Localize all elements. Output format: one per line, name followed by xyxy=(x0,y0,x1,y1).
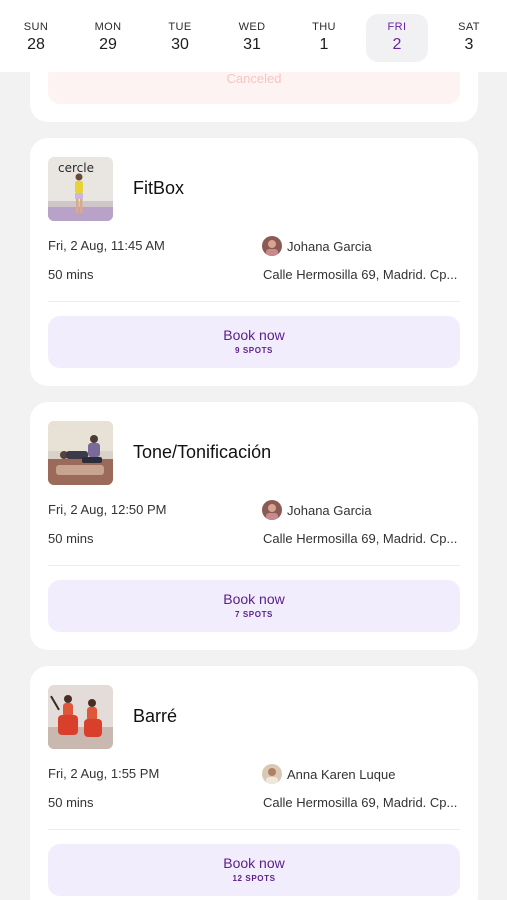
day-number: 28 xyxy=(27,36,45,53)
day-number: 29 xyxy=(99,36,117,53)
instructor-name: Johana Garcia xyxy=(287,502,372,518)
class-title: FitBox xyxy=(133,178,185,198)
day-tue[interactable]: TUE 30 xyxy=(149,14,211,62)
day-wed[interactable]: WED 31 xyxy=(221,14,283,62)
class-card-fitbox[interactable]: cercle FitBox Fri, 2 Aug, 11:45 AM Johan… xyxy=(30,138,478,386)
instructor-avatar xyxy=(262,236,282,256)
class-datetime: Fri, 2 Aug, 12:50 PM xyxy=(48,502,167,517)
class-duration: 50 mins xyxy=(48,267,94,282)
class-duration: 50 mins xyxy=(48,531,94,546)
instructor-avatar xyxy=(262,500,282,520)
day-thu[interactable]: THU 1 xyxy=(293,14,355,62)
book-now-button[interactable]: Book now 9 SPOTS xyxy=(48,316,460,368)
day-mon[interactable]: MON 29 xyxy=(77,14,139,62)
class-card-tone[interactable]: Tone/Tonificación Fri, 2 Aug, 12:50 PM J… xyxy=(30,402,478,650)
day-number: 3 xyxy=(464,36,474,53)
instructor[interactable]: Anna Karen Luque xyxy=(262,764,395,784)
divider xyxy=(48,565,460,566)
instructor-avatar xyxy=(262,764,282,784)
class-location: Calle Hermosilla 69, Madrid. Cp... xyxy=(263,795,458,810)
day-number: 2 xyxy=(392,36,402,53)
spots-count: 9 SPOTS xyxy=(235,346,273,355)
class-location: Calle Hermosilla 69, Madrid. Cp... xyxy=(263,267,458,282)
book-now-label: Book now xyxy=(223,327,285,343)
class-title: Barré xyxy=(133,706,178,726)
day-label: TUE xyxy=(168,21,192,33)
class-datetime: Fri, 2 Aug, 11:45 AM xyxy=(48,238,165,253)
studio-logo-text: cercle xyxy=(58,161,94,175)
divider xyxy=(48,301,460,302)
day-number: 1 xyxy=(319,36,329,53)
instructor-name: Johana Garcia xyxy=(287,238,372,254)
class-thumbnail: cercle xyxy=(48,157,113,221)
spots-count: 12 SPOTS xyxy=(232,874,276,883)
spots-count: 7 SPOTS xyxy=(235,610,273,619)
divider xyxy=(48,829,460,830)
week-date-strip: SUN 28 MON 29 TUE 30 WED 31 THU 1 FRI 2 … xyxy=(0,0,507,72)
day-label: WED xyxy=(238,21,266,33)
day-label: FRI xyxy=(387,21,407,33)
day-label: SAT xyxy=(458,21,480,33)
book-now-label: Book now xyxy=(223,855,285,871)
day-fri-selected[interactable]: FRI 2 xyxy=(366,14,428,62)
instructor[interactable]: Johana Garcia xyxy=(262,500,372,520)
class-thumbnail xyxy=(48,685,113,749)
class-thumbnail xyxy=(48,421,113,485)
day-label: SUN xyxy=(23,21,49,33)
book-now-button[interactable]: Book now 7 SPOTS xyxy=(48,580,460,632)
day-number: 31 xyxy=(243,36,261,53)
day-label: THU xyxy=(312,21,336,33)
class-datetime: Fri, 2 Aug, 1:55 PM xyxy=(48,766,160,781)
day-sun[interactable]: SUN 28 xyxy=(5,14,67,62)
class-title: Tone/Tonificación xyxy=(133,442,272,462)
day-label: MON xyxy=(94,21,122,33)
class-card-barre[interactable]: Barré Fri, 2 Aug, 1:55 PM Anna Karen Luq… xyxy=(30,666,478,900)
instructor[interactable]: Johana Garcia xyxy=(262,236,372,256)
day-number: 30 xyxy=(171,36,189,53)
book-now-label: Book now xyxy=(223,591,285,607)
day-sat[interactable]: SAT 3 xyxy=(438,14,500,62)
instructor-name: Anna Karen Luque xyxy=(287,766,396,782)
class-duration: 50 mins xyxy=(48,795,94,810)
book-now-button[interactable]: Book now 12 SPOTS xyxy=(48,844,460,896)
class-location: Calle Hermosilla 69, Madrid. Cp... xyxy=(263,531,458,546)
